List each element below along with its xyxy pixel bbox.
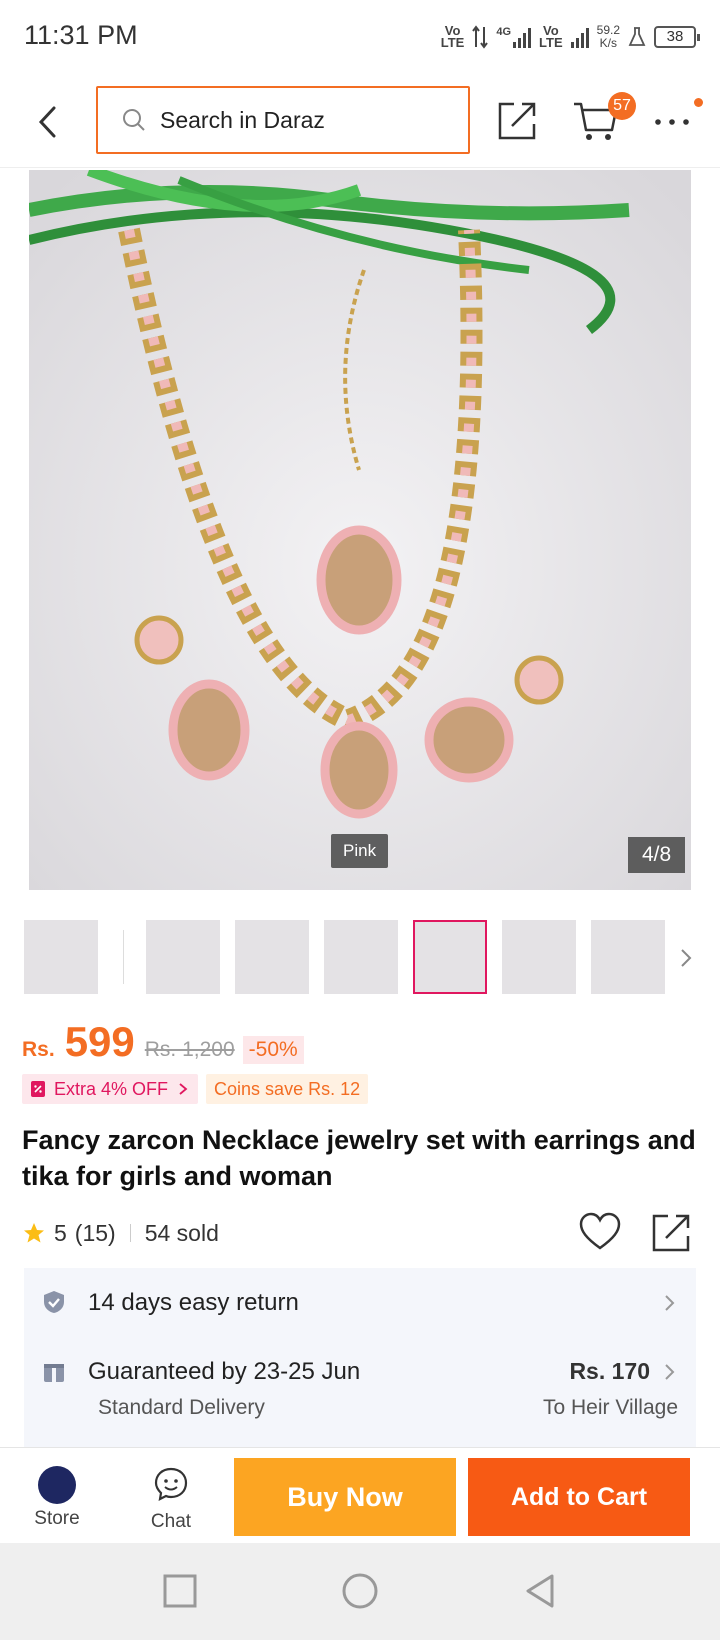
- chat-button[interactable]: Chat: [134, 1458, 208, 1538]
- extra-off-tag[interactable]: Extra 4% OFF: [22, 1074, 199, 1104]
- heart-icon: [579, 1212, 621, 1250]
- thumbnail-strip: [0, 908, 720, 1008]
- current-price: 599: [64, 1018, 135, 1065]
- thumbnail-divider: [123, 930, 124, 984]
- status-icons: Vo LTE 4G Vo LTE 59.2 K/s 38: [440, 20, 700, 54]
- chevron-right-icon: [665, 1295, 675, 1311]
- delivery-location: To Heir Village: [542, 1396, 678, 1419]
- signal-1: 4G: [496, 26, 532, 48]
- return-policy-text: 14 days easy return: [88, 1289, 299, 1316]
- product-share-button[interactable]: [650, 1210, 694, 1254]
- chevron-right-icon: [681, 949, 692, 967]
- chat-label: Chat: [150, 1511, 192, 1532]
- product-title: Fancy zarcon Necklace jewelry set with e…: [22, 1125, 696, 1191]
- volte-indicator-2: Vo LTE: [539, 23, 563, 50]
- signal-bars-2-icon: [570, 26, 589, 48]
- discount-badge: -50%: [242, 1036, 304, 1064]
- system-navigation-bar: [0, 1543, 720, 1640]
- add-to-cart-button[interactable]: Add to Cart: [468, 1458, 690, 1536]
- share-icon: [498, 102, 536, 140]
- battery-indicator: 38: [654, 26, 700, 48]
- delivery-guarantee: Guaranteed by 23-25 Jun: [88, 1358, 361, 1385]
- more-options-button[interactable]: [652, 102, 696, 142]
- search-icon: [123, 109, 145, 131]
- share-button[interactable]: [496, 98, 540, 142]
- thumbnail-next-button[interactable]: [676, 944, 696, 972]
- wishlist-button[interactable]: [578, 1210, 622, 1254]
- price-row: Rs. 599 Rs. 1,200 -50%: [22, 1018, 304, 1074]
- package-icon: [44, 1364, 64, 1382]
- product-image[interactable]: [29, 170, 691, 890]
- square-icon: [163, 1574, 197, 1608]
- promo-row: Extra 4% OFF Coins save Rs. 12: [22, 1074, 369, 1104]
- rating-count: (15): [74, 1219, 116, 1246]
- thumbnail[interactable]: [591, 920, 665, 994]
- thumbnail[interactable]: [324, 920, 398, 994]
- chevron-left-icon: [38, 106, 56, 138]
- triangle-back-icon: [526, 1574, 554, 1608]
- price-currency: Rs.: [22, 1038, 55, 1061]
- volte-indicator-1: Vo LTE: [440, 23, 465, 50]
- cart-count-badge: 57: [608, 92, 636, 120]
- thumbnail[interactable]: [146, 920, 220, 994]
- chat-icon: [154, 1467, 188, 1501]
- more-dots-icon: [655, 119, 689, 125]
- original-price: Rs. 1,200: [144, 1038, 235, 1061]
- chevron-right-icon: [665, 1364, 675, 1380]
- coins-tag: Coins save Rs. 12: [206, 1074, 369, 1104]
- search-placeholder: Search in Daraz: [160, 106, 325, 133]
- system-back-button[interactable]: [520, 1571, 560, 1611]
- header: Search in Daraz 57: [0, 76, 720, 168]
- store-button[interactable]: Store: [20, 1458, 94, 1538]
- search-input[interactable]: Search in Daraz: [96, 86, 470, 154]
- image-counter: 4/8: [628, 837, 686, 873]
- variant-label: Pink: [331, 834, 389, 868]
- thumbnail[interactable]: [235, 920, 309, 994]
- store-avatar: [38, 1466, 76, 1504]
- thumbnail[interactable]: [24, 920, 98, 994]
- service-info-box: 14 days easy return Guaranteed by 23-25 …: [24, 1268, 696, 1448]
- star-icon: [24, 1223, 44, 1243]
- voucher-icon: [31, 1081, 45, 1097]
- thumbnail-active[interactable]: [413, 920, 487, 994]
- thumbnail[interactable]: [502, 920, 576, 994]
- flask-icon: [628, 27, 646, 46]
- back-button[interactable]: [28, 98, 68, 146]
- delivery-type: Standard Delivery: [98, 1396, 265, 1419]
- delivery-fee: Rs. 170: [569, 1358, 650, 1384]
- extra-off-label: Extra 4% OFF: [54, 1078, 169, 1099]
- data-arrows-icon: [472, 25, 489, 49]
- buy-now-button[interactable]: Buy Now: [234, 1458, 456, 1536]
- return-policy-row[interactable]: 14 days easy return: [24, 1268, 696, 1338]
- recents-button[interactable]: [160, 1571, 200, 1611]
- sold-count: 54 sold: [144, 1219, 219, 1246]
- shield-check-icon: [44, 1291, 64, 1313]
- rating-divider: [129, 1224, 131, 1242]
- signal-bars-icon: [513, 26, 532, 48]
- chevron-right-icon: [179, 1083, 188, 1095]
- rating-value: 5: [54, 1219, 67, 1246]
- home-button[interactable]: [340, 1571, 380, 1611]
- jewelry-photo: [29, 170, 691, 890]
- network-speed: 59.2 K/s: [596, 23, 620, 50]
- store-label: Store: [34, 1508, 80, 1529]
- delivery-row[interactable]: Guaranteed by 23-25 Jun Standard Deliver…: [24, 1340, 696, 1448]
- notification-dot: [694, 98, 703, 107]
- circle-icon: [342, 1573, 378, 1609]
- rating-row[interactable]: 5 (15) 54 sold: [22, 1213, 219, 1253]
- status-time: 11:31 PM: [24, 20, 138, 50]
- share-icon: [652, 1214, 690, 1252]
- status-bar: 11:31 PM Vo LTE 4G Vo LTE 59.2 K/s 38: [0, 0, 720, 76]
- bottom-action-bar: Store Chat Buy Now Add to Cart: [0, 1447, 720, 1543]
